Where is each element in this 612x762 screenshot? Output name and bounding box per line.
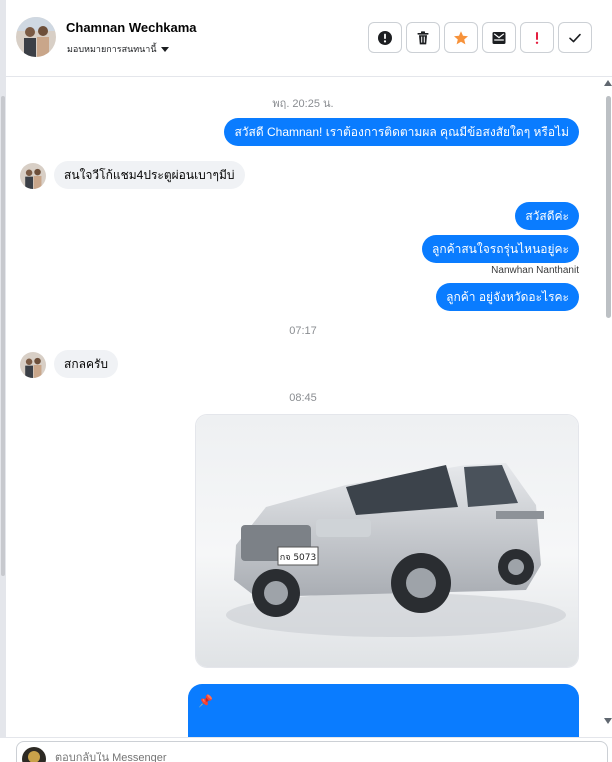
outgoing-message[interactable]: ลูกค้าสนใจรถรุ่นไหนอยู่คะ (421, 235, 579, 263)
assign-conversation-dropdown[interactable]: มอบหมายการสนทนานี้ (67, 42, 169, 56)
move-to-inbox-button[interactable] (482, 22, 516, 53)
conversation-header: Chamnan Wechkama มอบหมายการสนทนานี้ (6, 0, 612, 77)
outgoing-message[interactable]: สวัสดีค่ะ (515, 202, 579, 230)
conversation-toolbar (368, 22, 592, 53)
scroll-down-arrow-icon[interactable] (604, 718, 612, 724)
outgoing-message[interactable]: ลูกค้า อยู่จังหวัดอะไรคะ (436, 283, 579, 311)
delete-button[interactable] (406, 22, 440, 53)
outgoing-message[interactable]: สวัสดี Chamnan! เราต้องการติดตามผล คุณมี… (224, 118, 579, 146)
spam-icon (535, 31, 539, 44)
info-icon (378, 30, 392, 45)
timestamp: 08:45 (289, 392, 317, 404)
message-thread[interactable]: พฤ. 20:25 น. สวัสดี Chamnan! เราต้องการต… (6, 77, 600, 737)
left-scrollbar[interactable] (1, 96, 5, 576)
assign-label: มอบหมายการสนทนานี้ (67, 44, 157, 54)
timestamp: 07:17 (289, 325, 317, 337)
timestamp: พฤ. 20:25 น. (272, 98, 334, 110)
outgoing-message-listing[interactable]: 📌 (188, 684, 579, 737)
sender-name: Nanwhan Nanthanit (491, 265, 579, 276)
pin-icon: 📌 (198, 694, 213, 708)
caret-down-icon (160, 46, 169, 52)
contact-avatar-small (20, 163, 46, 189)
info-button[interactable] (368, 22, 402, 53)
mark-done-button[interactable] (558, 22, 592, 53)
move-to-inbox-icon (492, 31, 506, 44)
thread-scrollbar-thumb[interactable] (606, 96, 611, 318)
star-button[interactable] (444, 22, 478, 53)
contact-avatar-small (20, 352, 46, 378)
star-icon (454, 30, 468, 44)
incoming-message[interactable]: สกลครับ (54, 350, 119, 378)
svg-text:กจ 5073: กจ 5073 (280, 553, 317, 563)
vehicle-photo[interactable]: กจ 5073 (195, 414, 579, 668)
incoming-message[interactable]: สนใจวีโก้แชม4ประตูผ่อนเบาๆมีบ่ (54, 161, 245, 189)
contact-name[interactable]: Chamnan Wechkama (66, 20, 197, 35)
reply-input[interactable] (55, 752, 455, 762)
reply-composer (0, 737, 612, 762)
check-icon (569, 33, 581, 42)
scroll-up-arrow-icon[interactable] (604, 80, 612, 86)
trash-icon (417, 30, 429, 44)
contact-avatar[interactable] (16, 17, 56, 57)
spam-button[interactable] (520, 22, 554, 53)
